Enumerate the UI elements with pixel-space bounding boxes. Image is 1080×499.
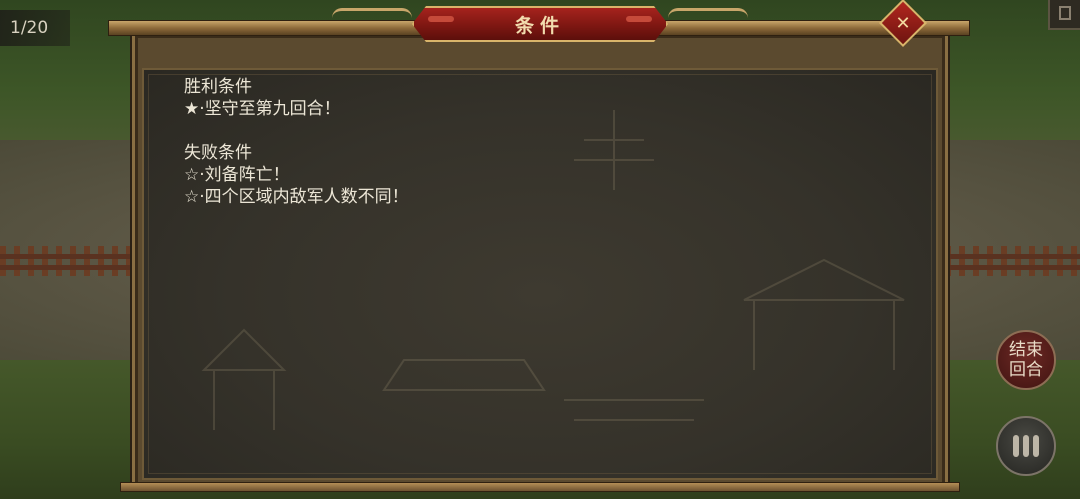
end-turn-label-2: 回合 (1009, 360, 1043, 380)
conditions-text: 胜利条件 ★·坚守至第九回合！ 失败条件 ☆·刘备阵亡！ ☆·四个区域内敌军人数… (184, 76, 884, 208)
end-turn-label-1: 结束 (1009, 340, 1043, 360)
dialog-bottom-rail (120, 482, 960, 492)
victory-item: ★·坚守至第九回合！ (184, 99, 341, 119)
wooden-fence-left (0, 246, 135, 276)
close-icon[interactable]: ✕ (886, 6, 920, 40)
turn-counter: 1/20 (0, 10, 70, 46)
ornament-scroll-right (668, 8, 748, 29)
defeat-item: ☆·刘备阵亡！ (184, 165, 290, 185)
dialog-title-plate: 条件 (412, 6, 668, 42)
window-icon[interactable] (1048, 0, 1080, 30)
ornament-scroll-left (332, 8, 412, 29)
wooden-fence-right (945, 246, 1080, 276)
dialog-title: 条件 (514, 14, 565, 37)
menu-bar (1023, 435, 1029, 457)
menu-bars-icon[interactable] (996, 416, 1056, 476)
menu-bar (1033, 435, 1039, 457)
defeat-item: ☆·四个区域内敌军人数不同！ (184, 187, 409, 207)
victory-heading: 胜利条件 (184, 77, 252, 97)
title-ornament-right (626, 16, 652, 22)
menu-bar (1013, 435, 1019, 457)
end-turn-button[interactable]: 结束 回合 (996, 330, 1056, 390)
defeat-heading: 失败条件 (184, 143, 252, 163)
title-ornament-left (428, 16, 454, 22)
